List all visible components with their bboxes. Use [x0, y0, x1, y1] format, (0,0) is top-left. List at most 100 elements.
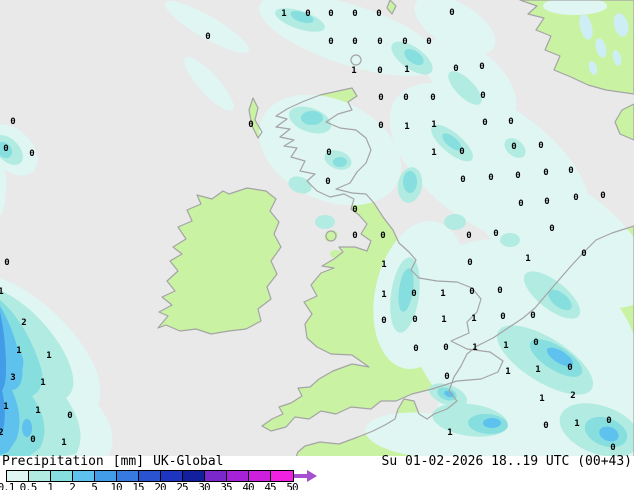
precip-value: 0: [325, 177, 331, 187]
precip-value: 1: [0, 287, 4, 297]
precip-value: 0: [4, 258, 10, 268]
precip-value: 0: [328, 37, 334, 47]
precip-value: 1: [535, 365, 541, 375]
precip-value: 0: [482, 118, 488, 128]
legend-title-group: Precipitation [mm] UK-Global: [2, 454, 224, 469]
precip-value-layer: 1 0 0 0 0 0 0 0 0 0 0 0 1 0 1 0 0 0 0 0 0 0 0 0 1 1 0 0 0 0 0 1 0 0 0 0 0 0 0 0…: [0, 0, 634, 457]
scale-segment: [95, 471, 117, 481]
scale-segment: [73, 471, 95, 481]
scale-tick-label: 2: [69, 481, 76, 490]
precip-value: 0: [543, 168, 549, 178]
scale-tick-label: 0.5: [19, 481, 38, 490]
precip-value: 0: [543, 421, 549, 431]
precip-value: 0: [380, 231, 386, 241]
scale-segment: [249, 471, 271, 481]
scale-segment: [7, 471, 29, 481]
precip-value: 1: [351, 66, 357, 76]
scale-segment: [29, 471, 51, 481]
precip-value: 0: [466, 231, 472, 241]
precip-value: 0: [378, 93, 384, 103]
scale-segment: [205, 471, 227, 481]
precip-value: 0: [10, 117, 16, 127]
color-scale-ticks: 0.10.5125101520253035404550: [0, 481, 634, 490]
precip-value: 3: [10, 373, 16, 383]
precip-value: 0: [544, 197, 550, 207]
precip-value: 0: [328, 9, 334, 19]
precip-value: 0: [610, 443, 616, 453]
legend-bar: Precipitation [mm] UK-Global Su 01-02-20…: [0, 454, 634, 490]
precip-value: 0: [426, 37, 432, 47]
precip-value: 0: [453, 64, 459, 74]
precip-value: 0: [459, 147, 465, 157]
scale-segment: [161, 471, 183, 481]
precip-value: 0: [469, 287, 475, 297]
precip-value: 0: [381, 316, 387, 326]
precip-value: 1: [381, 290, 387, 300]
legend-model: UK-Global: [153, 454, 224, 469]
precip-value: 1: [35, 406, 41, 416]
precip-value: 1: [447, 428, 453, 438]
precip-value: 2: [21, 318, 27, 328]
precip-value: 0: [326, 148, 332, 158]
precip-value: 0: [3, 144, 9, 154]
scale-tick-label: 50: [286, 481, 298, 490]
legend-unit: [mm]: [112, 454, 145, 469]
scale-tick-label: 5: [91, 481, 98, 490]
precip-value: 0: [430, 93, 436, 103]
precip-value: 0: [479, 62, 485, 72]
precip-value: 1: [525, 254, 531, 264]
precip-value: 0: [402, 37, 408, 47]
precip-value: 0: [606, 416, 612, 426]
scale-tick-label: 0.1: [0, 481, 15, 490]
precip-value: 0: [518, 199, 524, 209]
weather-map-screen: 1000000000001010000000001100000100000000…: [0, 0, 634, 490]
scale-tick-label: 10: [110, 481, 122, 490]
precip-value: 0: [488, 173, 494, 183]
precip-value: 0: [567, 363, 573, 373]
precip-value: 0: [412, 315, 418, 325]
precip-value: 1: [440, 289, 446, 299]
precip-value: 1: [539, 394, 545, 404]
scale-segment: [271, 471, 293, 481]
scale-tick-label: 15: [132, 481, 144, 490]
scale-segment: [117, 471, 139, 481]
precip-value: 0: [449, 8, 455, 18]
precip-value: 0: [460, 175, 466, 185]
precip-value: 0: [600, 191, 606, 201]
precip-value: 0: [480, 91, 486, 101]
precip-value: 1: [404, 122, 410, 132]
scale-tick-label: 45: [264, 481, 276, 490]
precip-value: 0: [538, 141, 544, 151]
precip-value: 0: [403, 93, 409, 103]
legend-datetime: Su 01-02-2026 18..19 UTC (00+43): [381, 454, 632, 469]
precip-value: 1: [46, 351, 52, 361]
scale-tick-label: 25: [176, 481, 188, 490]
precip-value: 0: [377, 37, 383, 47]
precip-value: 0: [530, 311, 536, 321]
precip-value: 0: [305, 9, 311, 19]
precip-value: 0: [493, 229, 499, 239]
precip-value: 0: [352, 231, 358, 241]
scale-segment: [227, 471, 249, 481]
precip-value: 0: [568, 166, 574, 176]
precip-value: 0: [205, 32, 211, 42]
scale-segment: [139, 471, 161, 481]
precip-value: 0: [413, 344, 419, 354]
scale-segment: [183, 471, 205, 481]
precip-value: 0: [378, 121, 384, 131]
scale-tick-label: 1: [47, 481, 54, 490]
precip-value: 0: [29, 149, 35, 159]
color-scale: [6, 470, 326, 482]
precip-value: 0: [30, 435, 36, 445]
precip-value: 1: [3, 402, 9, 412]
precip-value: 1: [472, 343, 478, 353]
precip-value: 1: [16, 346, 22, 356]
precip-value: 0: [508, 117, 514, 127]
precip-value: 0: [444, 372, 450, 382]
precip-value: 0: [500, 312, 506, 322]
precip-value: 1: [574, 419, 580, 429]
precip-value: 0: [467, 258, 473, 268]
precip-value: 0: [376, 9, 382, 19]
precip-value: 2: [0, 428, 4, 438]
precip-value: 1: [381, 260, 387, 270]
